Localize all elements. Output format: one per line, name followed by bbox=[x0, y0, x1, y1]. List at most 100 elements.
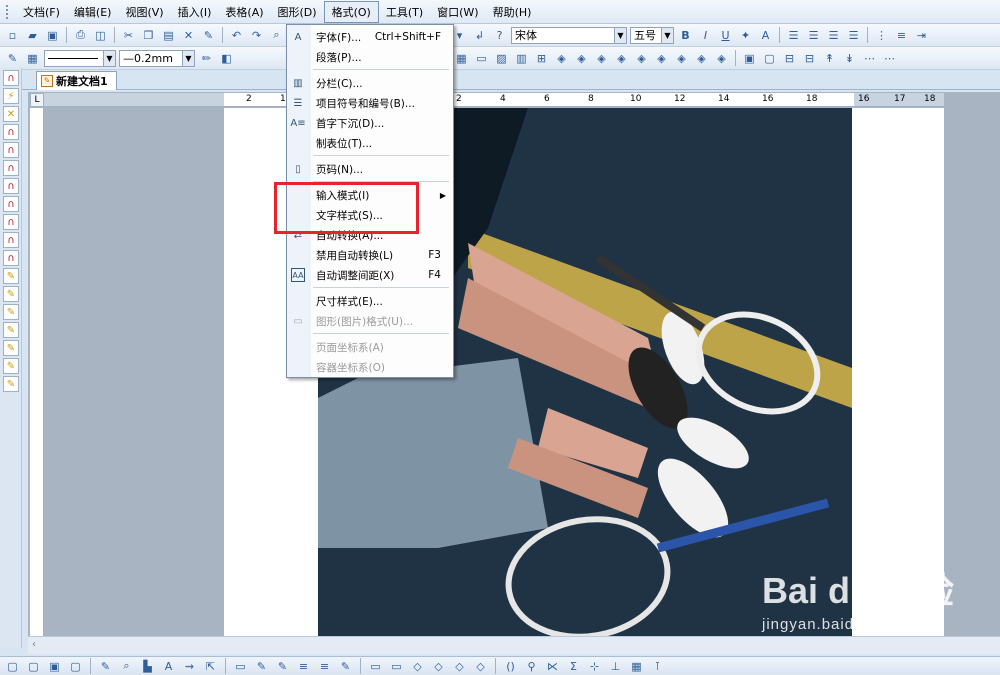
font-name-select[interactable]: 宋体 ▼ bbox=[511, 26, 627, 44]
shape-icon[interactable]: ◈ bbox=[553, 50, 570, 67]
pen-icon[interactable]: ✎ bbox=[97, 658, 114, 675]
frame-icon[interactable]: ▭ bbox=[473, 50, 490, 67]
new-document-icon[interactable]: ▫ bbox=[4, 27, 21, 44]
numbered-list-icon[interactable]: ≡ bbox=[893, 27, 910, 44]
cross-icon[interactable]: ✕ bbox=[3, 106, 19, 122]
menu-item-image-format[interactable]: ▭ 图形(图片)格式(U)... bbox=[287, 311, 453, 331]
menu-tools[interactable]: 工具(T) bbox=[379, 2, 430, 22]
pencil-icon[interactable]: ✎ bbox=[3, 286, 19, 302]
magnet-icon[interactable]: ∩ bbox=[3, 124, 19, 140]
column-icon[interactable]: ▥ bbox=[513, 50, 530, 67]
frame-icon[interactable]: ▭ bbox=[388, 658, 405, 675]
indent-icon[interactable]: ⇥ bbox=[913, 27, 930, 44]
pencil-icon[interactable]: ✎ bbox=[3, 340, 19, 356]
shape-icon[interactable]: ◈ bbox=[633, 50, 650, 67]
bold-button[interactable]: B bbox=[677, 27, 694, 44]
menu-item-auto-spacing[interactable]: AA 自动调整间距(X) F4 bbox=[287, 265, 453, 285]
open-folder-icon[interactable]: ▰ bbox=[24, 27, 41, 44]
text-effect-icon[interactable]: ✦ bbox=[737, 27, 754, 44]
scroll-left-arrow-icon[interactable]: ‹ bbox=[32, 639, 36, 650]
shape-icon[interactable]: ◈ bbox=[593, 50, 610, 67]
monitor-icon[interactable]: ▭ bbox=[232, 658, 249, 675]
table-icon[interactable]: ▦ bbox=[453, 50, 470, 67]
save-icon[interactable]: ▣ bbox=[44, 27, 61, 44]
image-icon[interactable]: ▨ bbox=[493, 50, 510, 67]
justify-icon[interactable]: ☰ bbox=[845, 27, 862, 44]
align-center-icon[interactable]: ☰ bbox=[805, 27, 822, 44]
link-icon[interactable]: ⇝ bbox=[181, 658, 198, 675]
format-painter-icon[interactable]: ✎ bbox=[200, 27, 217, 44]
font-size-select[interactable]: 五号 ▼ bbox=[630, 26, 674, 44]
align-icon[interactable]: ⊟ bbox=[801, 50, 818, 67]
pen-color-icon[interactable]: ✏ bbox=[198, 50, 215, 67]
distribute-icon[interactable]: ⋯ bbox=[861, 50, 878, 67]
menu-item-columns[interactable]: ▥ 分栏(C)... bbox=[287, 73, 453, 93]
menu-item-disable-auto-convert[interactable]: 禁用自动转换(L) F3 bbox=[287, 245, 453, 265]
help-icon[interactable]: ? bbox=[491, 27, 508, 44]
text-tool-icon[interactable]: A bbox=[160, 658, 177, 675]
group-icon[interactable]: ▢ bbox=[761, 50, 778, 67]
menu-item-page-coords[interactable]: 页面坐标系(A) bbox=[287, 337, 453, 357]
shape-icon[interactable]: ◈ bbox=[693, 50, 710, 67]
symbol-icon[interactable]: ⋉ bbox=[544, 658, 561, 675]
arrange-icon[interactable]: ↟ bbox=[821, 50, 838, 67]
layout-icon[interactable]: ▢ bbox=[67, 658, 84, 675]
copy-icon[interactable]: ❐ bbox=[140, 27, 157, 44]
enter-mark-icon[interactable]: ↲ bbox=[471, 27, 488, 44]
align-icon[interactable]: ⊟ bbox=[781, 50, 798, 67]
layer-icon[interactable]: ▣ bbox=[741, 50, 758, 67]
pen-icon[interactable]: ✎ bbox=[253, 658, 270, 675]
lightning-icon[interactable]: ⚡ bbox=[3, 88, 19, 104]
shape-icon[interactable]: ◈ bbox=[673, 50, 690, 67]
menu-window[interactable]: 窗口(W) bbox=[430, 2, 485, 22]
pencil-icon[interactable]: ✎ bbox=[3, 358, 19, 374]
magnet-icon[interactable]: ∩ bbox=[3, 214, 19, 230]
menu-item-paragraph[interactable]: 段落(P)... bbox=[287, 47, 453, 67]
shape-icon[interactable]: ◇ bbox=[430, 658, 447, 675]
chart-icon[interactable]: ▙ bbox=[139, 658, 156, 675]
menu-format[interactable]: 格式(O) bbox=[323, 0, 379, 23]
align-left-icon[interactable]: ☰ bbox=[785, 27, 802, 44]
menu-file[interactable]: 文档(F) bbox=[16, 2, 67, 22]
delete-icon[interactable]: ✕ bbox=[180, 27, 197, 44]
fill-icon[interactable]: ◧ bbox=[218, 50, 235, 67]
line-style-select[interactable]: ▼ bbox=[44, 49, 116, 67]
pencil-icon[interactable]: ✎ bbox=[3, 322, 19, 338]
document-tab[interactable]: ✎ 新建文档1 bbox=[36, 71, 117, 90]
magnet-icon[interactable]: ∩ bbox=[3, 250, 19, 266]
layout-icon[interactable]: ▢ bbox=[25, 658, 42, 675]
menu-graphics[interactable]: 图形(D) bbox=[271, 2, 324, 22]
vertical-ruler[interactable] bbox=[30, 108, 44, 636]
symbol-icon[interactable]: ⊺ bbox=[649, 658, 666, 675]
horizontal-scrollbar[interactable]: ‹ bbox=[28, 636, 1000, 654]
lines-icon[interactable]: ≡ bbox=[295, 658, 312, 675]
sum-icon[interactable]: Σ bbox=[565, 658, 582, 675]
menu-item-tabstops[interactable]: 制表位(T)... bbox=[287, 133, 453, 153]
print-icon[interactable]: ⎙ bbox=[72, 27, 89, 44]
ruler-tab-selector[interactable]: L bbox=[30, 93, 44, 107]
align-right-icon[interactable]: ☰ bbox=[825, 27, 842, 44]
menu-help[interactable]: 帮助(H) bbox=[486, 2, 539, 22]
line-width-select[interactable]: — 0.2mm ▼ bbox=[119, 49, 195, 67]
bullet-list-icon[interactable]: ⋮ bbox=[873, 27, 890, 44]
magnet-icon[interactable]: ∩ bbox=[3, 196, 19, 212]
search-icon[interactable]: ⌕ bbox=[118, 658, 135, 675]
shape-icon[interactable]: ◈ bbox=[653, 50, 670, 67]
shape-icon[interactable]: ◈ bbox=[573, 50, 590, 67]
symbol-icon[interactable]: ⊥ bbox=[607, 658, 624, 675]
edit-icon[interactable]: ✎ bbox=[4, 50, 21, 67]
pen-icon[interactable]: ✎ bbox=[274, 658, 291, 675]
shape-icon[interactable]: ◇ bbox=[451, 658, 468, 675]
magnet-icon[interactable]: ∩ bbox=[3, 142, 19, 158]
undo-icon[interactable]: ↶ bbox=[228, 27, 245, 44]
arrange-icon[interactable]: ↡ bbox=[841, 50, 858, 67]
paste-icon[interactable]: ▤ bbox=[160, 27, 177, 44]
menu-item-font[interactable]: A 字体(F)... Ctrl+Shift+F bbox=[287, 27, 453, 47]
magnet-icon[interactable]: ∩ bbox=[3, 178, 19, 194]
cut-icon[interactable]: ✂ bbox=[120, 27, 137, 44]
shape-icon[interactable]: ◈ bbox=[613, 50, 630, 67]
magnet-icon[interactable]: ∩ bbox=[3, 160, 19, 176]
shape-icon[interactable]: ◇ bbox=[409, 658, 426, 675]
italic-button[interactable]: I bbox=[697, 27, 714, 44]
print-preview-icon[interactable]: ◫ bbox=[92, 27, 109, 44]
